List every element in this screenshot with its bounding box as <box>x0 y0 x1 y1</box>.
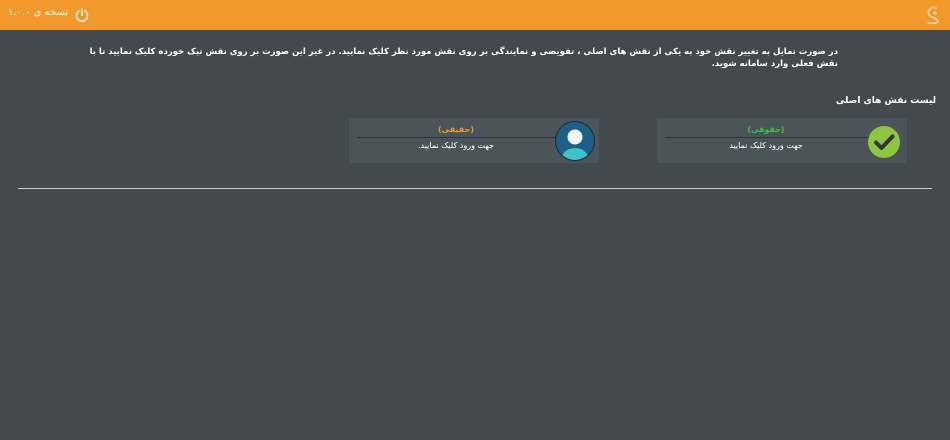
logo-icon <box>926 6 939 25</box>
role-action-label: جهت ورود کلیک نمایید. <box>418 141 494 150</box>
role-change-notice: در صورت تمایل به تغییر نقش خود به یکی از… <box>89 47 838 69</box>
role-type-label: (حقوقی) <box>747 125 785 134</box>
role-card-legal[interactable]: (حقوقی) جهت ورود کلیک نمایید <box>657 118 907 163</box>
role-card-natural[interactable]: (حقیقی) جهت ورود کلیک نمایید. <box>349 118 599 163</box>
main-roles-title: لیست نقش های اصلی <box>835 96 936 106</box>
top-bar: نسخه ی ۱.۰.۰ <box>0 0 950 30</box>
power-icon[interactable] <box>74 7 90 23</box>
check-icon <box>868 126 900 158</box>
role-type-label: (حقیقی) <box>438 125 474 134</box>
card-divider <box>665 137 899 138</box>
role-action-label: جهت ورود کلیک نمایید <box>729 141 803 150</box>
section-divider <box>18 188 932 189</box>
version-label: نسخه ی ۱.۰.۰ <box>8 7 69 18</box>
avatar-icon <box>555 121 595 161</box>
